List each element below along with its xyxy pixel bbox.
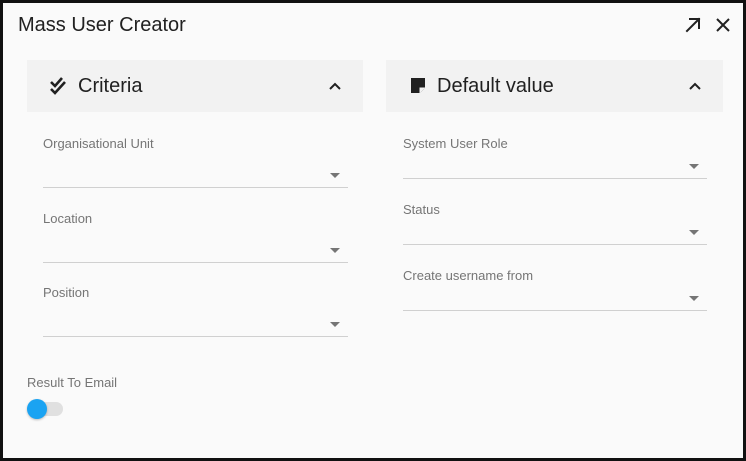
dropdown-arrow-icon (330, 173, 340, 178)
status-field[interactable]: Status (403, 202, 707, 245)
default-value-title: Default value (437, 75, 554, 97)
system-user-role-field[interactable]: System User Role (403, 136, 707, 179)
note-icon (408, 76, 428, 96)
close-icon[interactable] (713, 15, 733, 35)
result-to-email-label: Result To Email (27, 375, 118, 390)
location-label: Location (43, 211, 93, 226)
dialog-titlebar: Mass User Creator (3, 3, 743, 51)
create-username-from-select[interactable] (403, 286, 707, 311)
location-field[interactable]: Location (43, 211, 348, 263)
dropdown-arrow-icon (689, 296, 699, 301)
status-label: Status (403, 202, 440, 217)
organisational-unit-field[interactable]: Organisational Unit (43, 136, 348, 188)
location-select[interactable] (43, 238, 348, 263)
dialog-actions (683, 15, 733, 35)
status-select[interactable] (403, 220, 707, 245)
mass-user-creator-dialog: Mass User Creator Criteria Organisationa… (0, 0, 746, 461)
create-username-from-field[interactable]: Create username from (403, 268, 707, 311)
organisational-unit-select[interactable] (43, 163, 348, 188)
expand-icon[interactable] (683, 15, 703, 35)
position-select[interactable] (43, 312, 348, 337)
organisational-unit-label: Organisational Unit (43, 136, 154, 151)
system-user-role-select[interactable] (403, 154, 707, 179)
chevron-up-icon[interactable] (687, 78, 703, 94)
chevron-up-icon[interactable] (327, 78, 343, 94)
criteria-panel-header[interactable]: Criteria (27, 60, 363, 112)
create-username-from-label: Create username from (403, 268, 534, 283)
dropdown-arrow-icon (330, 322, 340, 327)
dropdown-arrow-icon (689, 164, 699, 169)
position-field[interactable]: Position (43, 285, 348, 337)
criteria-title: Criteria (78, 75, 143, 97)
position-label: Position (43, 285, 90, 300)
result-to-email-toggle[interactable] (27, 399, 63, 419)
double-check-icon (49, 76, 69, 96)
dropdown-arrow-icon (689, 230, 699, 235)
toggle-thumb[interactable] (27, 399, 47, 419)
default-value-panel-header[interactable]: Default value (386, 60, 723, 112)
system-user-role-label: System User Role (403, 136, 508, 151)
dropdown-arrow-icon (330, 248, 340, 253)
dialog-title: Mass User Creator (18, 14, 186, 36)
